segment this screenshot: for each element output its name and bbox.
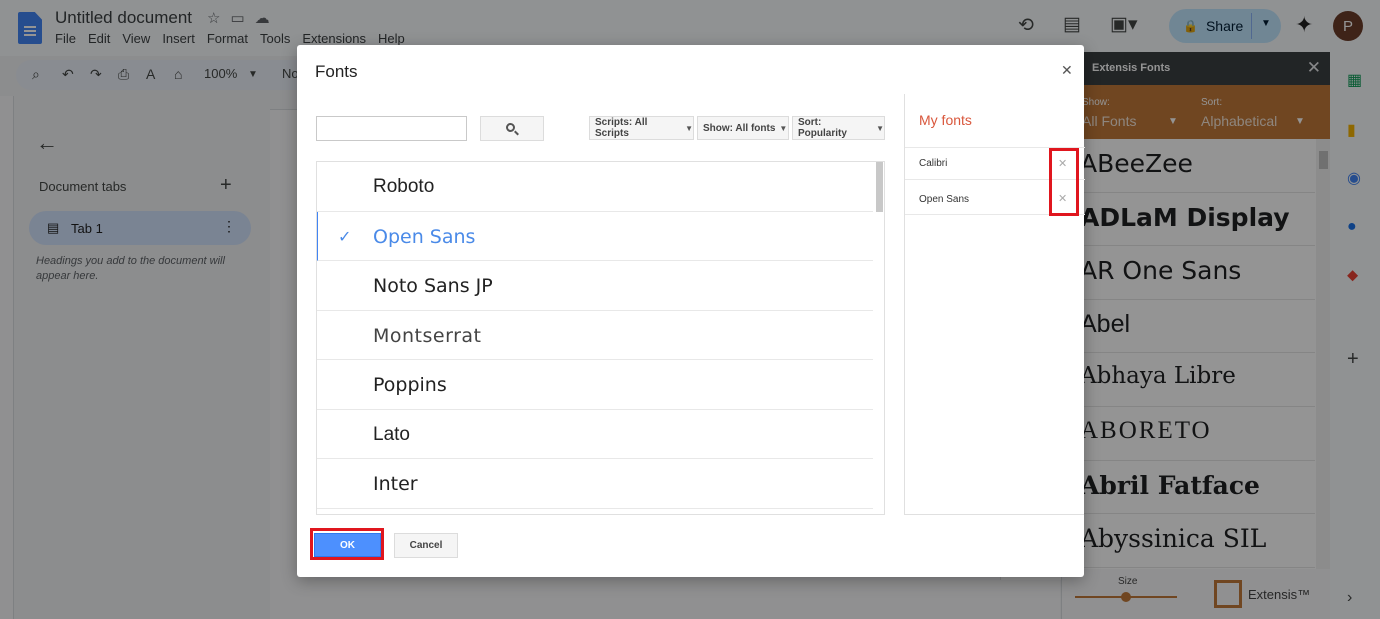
font-row-montserrat[interactable]: Montserrat	[317, 311, 873, 360]
scripts-dropdown[interactable]: Scripts: All Scripts ▼	[589, 116, 694, 140]
sort-dropdown-label: Sort: Popularity	[798, 117, 847, 139]
checkmark-icon: ✓	[338, 228, 352, 246]
font-name: Montserrat	[373, 324, 482, 347]
chevron-down-icon: ▼	[685, 123, 693, 133]
font-list-scrollbar[interactable]	[875, 162, 884, 514]
scrollbar-thumb[interactable]	[876, 162, 883, 212]
font-row-open-sans[interactable]: ✓ Open Sans	[317, 211, 873, 261]
chevron-down-icon: ▼	[779, 123, 788, 133]
font-name: Lato	[373, 423, 410, 445]
show-dropdown-label: Show: All fonts	[703, 122, 776, 134]
font-row-lato[interactable]: Lato	[317, 410, 873, 459]
font-row-noto-sans-jp[interactable]: Noto Sans JP	[317, 261, 873, 311]
cancel-button[interactable]: Cancel	[394, 533, 458, 558]
ok-button[interactable]: OK	[314, 533, 381, 557]
chevron-down-icon: ▼	[876, 123, 884, 133]
font-search-input[interactable]	[316, 116, 467, 141]
font-row-poppins[interactable]: Poppins	[317, 360, 873, 410]
my-font-name: Open Sans	[919, 194, 970, 205]
remove-buttons-highlight	[1049, 148, 1079, 216]
font-list: Roboto ✓ Open Sans Noto Sans JP Montserr…	[316, 161, 885, 515]
font-name: Roboto	[373, 176, 435, 197]
search-button[interactable]	[480, 116, 544, 141]
show-dropdown[interactable]: Show: All fonts ▼	[697, 116, 789, 140]
font-name: Noto Sans JP	[373, 275, 493, 297]
fonts-dialog: Fonts ✕ Scripts: All Scripts ▼ Show: All …	[297, 45, 1085, 577]
my-fonts-panel: My fonts Calibri ✕ Open Sans ✕	[904, 94, 1085, 515]
dialog-title: Fonts	[315, 62, 358, 81]
font-name: Open Sans	[373, 225, 476, 248]
font-row-inter[interactable]: Inter	[317, 459, 873, 509]
font-name: Poppins	[373, 374, 447, 396]
close-dialog-icon[interactable]: ✕	[1061, 62, 1073, 79]
my-fonts-heading: My fonts	[919, 112, 972, 128]
sort-dropdown[interactable]: Sort: Popularity ▼	[792, 116, 885, 140]
font-row-roboto[interactable]: Roboto	[317, 162, 873, 212]
font-name: Inter	[373, 473, 418, 495]
search-icon	[506, 123, 515, 132]
my-font-name: Calibri	[919, 158, 948, 169]
scripts-dropdown-label: Scripts: All Scripts	[595, 117, 648, 139]
